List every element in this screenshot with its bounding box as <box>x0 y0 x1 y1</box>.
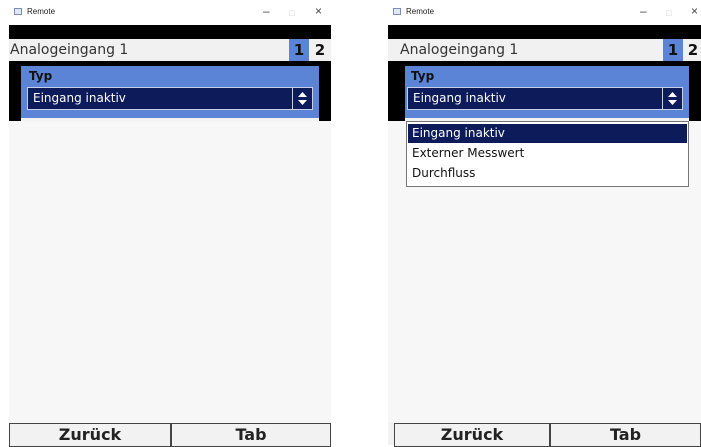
page-tab-1[interactable]: 1 <box>663 39 683 61</box>
remote-window-left: Remote – □ × Analogeingang 1 1 2 Typ Ein… <box>9 0 331 447</box>
dropdown-option[interactable]: Durchfluss <box>408 164 687 183</box>
type-field-panel: Typ Eingang inaktiv <box>405 66 689 118</box>
title-bar: Remote – □ × <box>9 0 331 25</box>
footer: Zurück Tab <box>388 423 701 447</box>
tab-button[interactable]: Tab <box>550 423 701 447</box>
page-header: Analogeingang 1 1 2 <box>9 39 331 61</box>
up-down-arrows-icon[interactable] <box>662 88 682 109</box>
window-title: Remote <box>406 7 435 16</box>
dropdown-option[interactable]: Externer Messwert <box>408 144 687 163</box>
back-button[interactable]: Zurück <box>394 423 550 447</box>
page-tab-2[interactable]: 2 <box>683 39 701 61</box>
type-select[interactable]: Eingang inaktiv <box>407 87 683 110</box>
select-value: Eingang inaktiv <box>413 91 506 105</box>
remote-window-right: Remote – □ × Analogeingang 1 1 2 Typ Ein… <box>388 0 701 447</box>
type-dropdown-list: Eingang inaktiv Externer Messwert Durchf… <box>406 121 689 187</box>
back-button[interactable]: Zurück <box>9 423 171 447</box>
up-down-arrows-icon[interactable] <box>292 88 312 109</box>
device-screen: Analogeingang 1 1 2 Typ Eingang inaktiv … <box>388 25 701 447</box>
maximize-button[interactable]: □ <box>666 7 671 19</box>
device-screen: Analogeingang 1 1 2 Typ Eingang inaktiv … <box>9 25 331 447</box>
dropdown-option[interactable]: Eingang inaktiv <box>408 124 687 143</box>
close-button[interactable]: × <box>315 5 322 17</box>
type-field-panel: Typ Eingang inaktiv <box>21 66 319 118</box>
type-select[interactable]: Eingang inaktiv <box>27 87 313 110</box>
window-title: Remote <box>27 7 56 16</box>
page-header: Analogeingang 1 1 2 <box>388 39 701 61</box>
minimize-button[interactable]: – <box>263 5 270 17</box>
close-button[interactable]: × <box>691 5 698 17</box>
page-title: Analogeingang 1 <box>10 42 129 58</box>
maximize-button[interactable]: □ <box>289 7 294 19</box>
select-value: Eingang inaktiv <box>33 91 126 105</box>
title-bar: Remote – □ × <box>388 0 701 25</box>
page-title: Analogeingang 1 <box>400 42 519 58</box>
footer: Zurück Tab <box>9 423 331 447</box>
page-tab-2[interactable]: 2 <box>310 39 330 61</box>
field-label: Typ <box>411 69 435 83</box>
tab-button[interactable]: Tab <box>171 423 331 447</box>
minimize-button[interactable]: – <box>640 5 647 17</box>
panel-gap <box>21 118 319 121</box>
page-tab-1[interactable]: 1 <box>289 39 309 61</box>
app-window-icon <box>14 8 22 15</box>
field-label: Typ <box>29 69 53 83</box>
content-area <box>9 121 331 423</box>
app-window-icon <box>393 8 401 15</box>
